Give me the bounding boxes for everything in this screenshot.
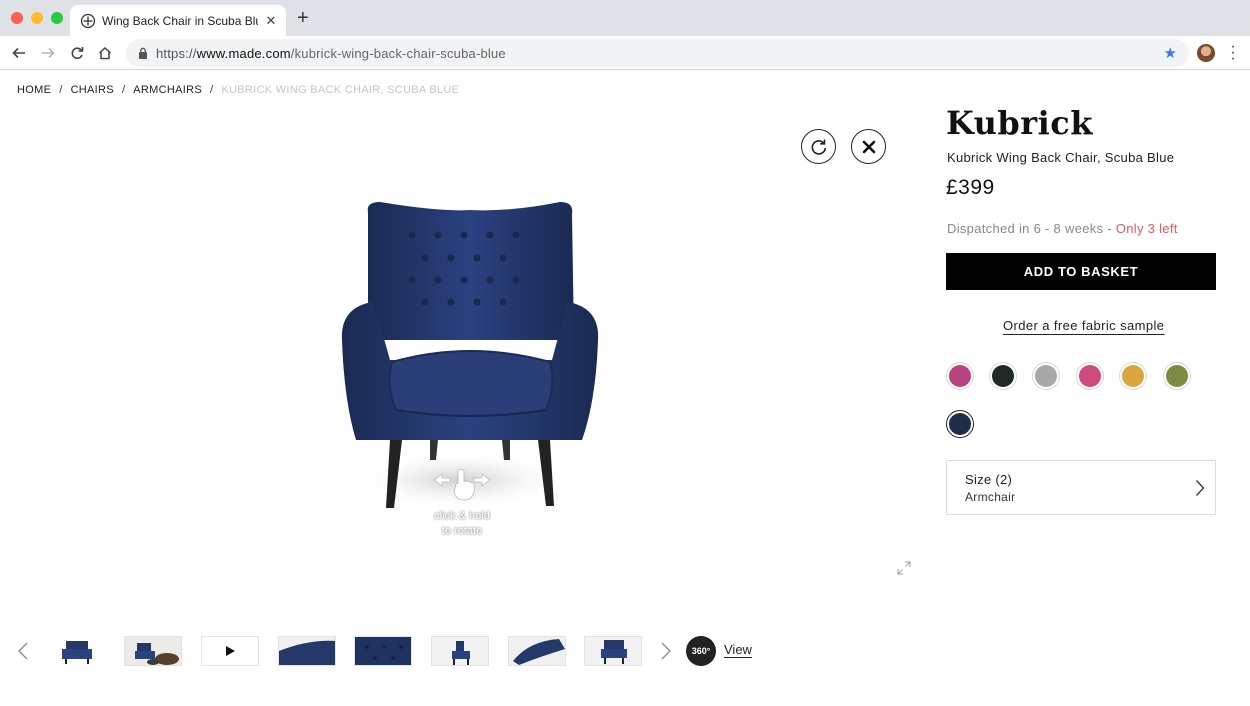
fabric-swatch-grey[interactable]	[1032, 362, 1060, 390]
breadcrumb-chairs[interactable]: CHAIRS	[71, 84, 114, 96]
fabric-swatch-color	[1166, 365, 1188, 387]
thumbnail-fabric-image	[279, 637, 335, 665]
home-button[interactable]	[94, 42, 116, 64]
fabric-swatch-color	[1079, 365, 1101, 387]
fabric-swatch-color	[992, 365, 1014, 387]
globe-icon	[80, 13, 96, 28]
breadcrumb-home[interactable]: HOME	[17, 84, 51, 96]
bookmark-star-icon[interactable]: ★	[1164, 44, 1177, 62]
fabric-swatch-color	[1035, 365, 1057, 387]
expand-icon[interactable]	[896, 560, 912, 576]
stock-warning: Only 3 left	[1115, 221, 1178, 236]
chevron-right-icon[interactable]	[660, 642, 672, 660]
thumbnail-angle-image	[509, 637, 565, 665]
breadcrumb-current: KUBRICK WING BACK CHAIR, SCUBA BLUE	[221, 84, 460, 96]
thumbnail-side[interactable]	[431, 636, 489, 666]
thumbnail-video[interactable]	[201, 636, 259, 666]
reload-button[interactable]	[66, 42, 88, 64]
breadcrumb-armchairs[interactable]: ARMCHAIRS	[133, 84, 202, 96]
browser-toolbar: https://www.made.com/kubrick-wing-back-c…	[0, 36, 1250, 70]
profile-avatar[interactable]	[1197, 44, 1215, 62]
hint-line-1: click & hold	[434, 510, 490, 522]
close-icon	[862, 140, 875, 153]
rotate-icon	[811, 139, 826, 155]
minimize-window-button[interactable]	[31, 12, 43, 24]
breadcrumb-separator: /	[210, 84, 214, 96]
breadcrumb-separator: /	[59, 84, 63, 96]
url-scheme: https://	[156, 45, 197, 61]
rotate-reset-button[interactable]	[801, 129, 836, 164]
fabric-swatch-color	[1122, 365, 1144, 387]
forward-button[interactable]	[37, 42, 59, 64]
chevron-right-icon	[1196, 480, 1205, 496]
breadcrumb-separator: /	[121, 84, 126, 96]
arrow-left-icon	[12, 47, 25, 59]
fabric-swatch-scuba-blue[interactable]	[946, 410, 974, 438]
maximize-window-button[interactable]	[51, 12, 63, 24]
lock-icon	[139, 47, 147, 59]
browser-tab[interactable]: Wing Back Chair in Scuba Blue ✕	[70, 5, 286, 36]
tab-close-icon[interactable]: ✕	[264, 13, 278, 29]
fabric-swatch-pink[interactable]	[1076, 362, 1104, 390]
rotate-hint: click & hold to rotate	[426, 466, 498, 539]
thumbnail-side-image	[432, 637, 488, 665]
size-selector[interactable]: Size (2) Armchair	[946, 460, 1216, 515]
close-viewer-button[interactable]	[851, 129, 886, 164]
thumbnail-lifestyle[interactable]	[124, 636, 182, 666]
fabric-sample-link[interactable]: Order a free fabric sample	[1003, 318, 1164, 333]
address-bar[interactable]: https://www.made.com/kubrick-wing-back-c…	[126, 39, 1189, 67]
thumbnail-selected-corner	[97, 637, 104, 644]
fabric-swatch-color	[949, 365, 971, 387]
new-tab-button[interactable]: +	[297, 8, 309, 28]
thumbnail-detail-1[interactable]	[278, 636, 336, 666]
hint-line-2: to rotate	[441, 525, 483, 537]
browser-menu-icon[interactable]: · · ·	[1229, 39, 1237, 67]
thumbnail-detail-2[interactable]	[354, 636, 412, 666]
dispatch-info: Dispatched in 6 - 8 weeks - Only 3 left	[947, 221, 1178, 236]
fabric-swatch-mustard[interactable]	[1119, 362, 1147, 390]
add-to-basket-button[interactable]: ADD TO BASKET	[946, 253, 1216, 290]
thumbnail-back[interactable]	[584, 636, 642, 666]
thumbnail-selected-corner	[97, 658, 104, 665]
thumbnail-lifestyle-image	[125, 637, 181, 665]
size-value: Armchair	[965, 490, 1016, 504]
breadcrumb: HOME / CHAIRS / ARMCHAIRS / KUBRICK WING BACK …	[17, 84, 459, 96]
chevron-left-icon[interactable]	[17, 642, 29, 660]
arrow-right-icon	[42, 47, 55, 59]
tab-title: Wing Back Chair in Scuba Blue	[102, 13, 258, 28]
url-text: https://www.made.com/kubrick-wing-back-c…	[156, 46, 506, 61]
back-button[interactable]	[8, 42, 30, 64]
play-icon	[226, 646, 235, 656]
product-price: £399	[946, 176, 995, 199]
size-title: Size (2)	[965, 472, 1013, 487]
fabric-swatch-magenta[interactable]	[946, 362, 974, 390]
thumbnail-selected-corner	[48, 637, 55, 644]
thumbnail-angle[interactable]	[508, 636, 566, 666]
thumbnail-front[interactable]	[47, 636, 105, 666]
view-360-link[interactable]: View	[724, 642, 752, 657]
dispatch-text: Dispatched in 6 - 8 weeks -	[947, 221, 1116, 236]
reload-icon	[71, 47, 84, 59]
product-subtitle: Kubrick Wing Back Chair, Scuba Blue	[947, 150, 1175, 165]
thumbnail-back-image	[585, 637, 641, 665]
close-window-button[interactable]	[11, 12, 23, 24]
fabric-swatch-color	[949, 413, 971, 435]
browser-tab-bar: Wing Back Chair in Scuba Blue ✕ +	[0, 0, 1250, 36]
url-domain: www.made.com	[196, 45, 291, 61]
url-path: /kubrick-wing-back-chair-scuba-blue	[290, 45, 506, 61]
thumbnail-selected-corner	[48, 658, 55, 665]
view-360-button[interactable]: 360°	[686, 636, 716, 666]
home-icon	[98, 46, 112, 60]
product-name: Kubrick	[946, 104, 1093, 142]
fabric-swatch-olive[interactable]	[1163, 362, 1191, 390]
thumbnail-buttons-image	[355, 637, 411, 665]
drag-hand-icon	[433, 468, 491, 501]
fabric-swatch-dark-green[interactable]	[989, 362, 1017, 390]
